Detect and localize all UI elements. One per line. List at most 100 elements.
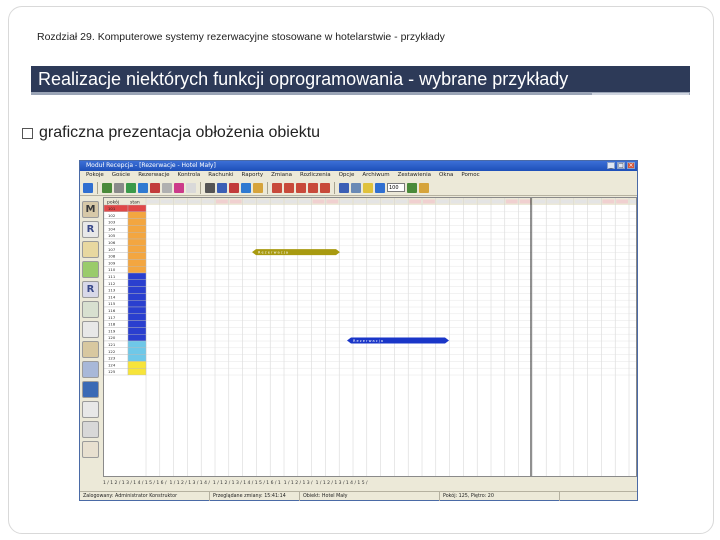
menu-item[interactable]: Rozliczenia [300,171,331,180]
date-tab[interactable]: 1 / 1 2 / 1 3 / 1 4 / 1 5 / 1 6 / 1 [213,479,281,488]
blank-icon[interactable] [186,182,196,193]
status-time: Przeglądane zmiany: 15:41:14 [210,492,300,501]
room-status-cell [127,299,147,308]
people-icon[interactable] [82,361,99,378]
menu-item[interactable]: Raporty [242,171,264,180]
r-arrow-icon[interactable]: R [82,281,99,298]
room-status-cell [127,245,147,253]
filter-icon[interactable] [241,182,251,193]
room-number: 125 [108,369,116,374]
date-tab[interactable]: 1 / 1 2 / 1 3 / 1 4 / 1 5 / [316,479,368,488]
menu-item[interactable]: Pomoc [461,171,479,180]
settings-icon[interactable] [419,182,429,193]
highlight-icon[interactable] [363,182,373,193]
day-header-cell [519,199,532,204]
room-number: 113 [108,288,116,293]
menu-item[interactable]: Zestawienia [398,171,431,180]
menu-item[interactable]: Okna [439,171,453,180]
find-icon[interactable] [217,182,227,193]
zoom-icon[interactable] [375,182,385,193]
occupancy-grid-svg[interactable]: pokój stan 101 102 103104 105 106 107 108109 110 1… [104,198,637,477]
menu-item[interactable]: Zmiana [271,171,292,180]
list-icon[interactable] [82,301,99,318]
day-header-cell [340,199,352,204]
pie-chart-icon[interactable] [82,441,99,458]
menu-item[interactable]: Archiwum [362,171,389,180]
room-number: 111 [108,274,116,279]
add-icon[interactable] [126,182,136,193]
room-status-cell [127,259,147,267]
exit-icon[interactable] [83,182,93,193]
room-status-cell [127,232,147,240]
day-header-cell [533,199,546,204]
room-status-cell [127,347,147,355]
day-header-cell [588,199,601,204]
room-status-cell [127,265,147,274]
print-icon[interactable] [205,182,215,193]
day-header-cell [285,199,297,204]
user-icon[interactable] [82,321,99,338]
room-number: 108 [108,254,116,259]
room-number: 101 [108,206,116,211]
minimize-icon[interactable]: _ [607,162,615,169]
day-header-cell [561,199,573,204]
maximize-icon[interactable]: □ [617,162,625,169]
room-number: 102 [108,213,116,218]
zoom-select[interactable]: 100 [387,183,405,192]
printer-icon[interactable] [82,421,99,438]
menu-item[interactable]: Kontrola [178,171,201,180]
menu-item[interactable]: Opcje [339,171,355,180]
m-module-icon[interactable]: M [82,201,99,218]
day-header-cell [492,199,504,204]
menu-item[interactable]: Pokoje [86,171,104,180]
m-icon[interactable] [253,182,263,193]
room-status-cell [127,313,147,321]
day-header-cell [271,199,283,204]
room-number: 120 [108,335,116,340]
occupancy-grid[interactable]: pokój stan 101 102 103 104 105 106 107 108 109 110 1… [103,197,637,477]
day-header-cell [160,199,173,204]
view1-icon[interactable] [272,182,282,193]
room-status-cell [127,333,147,342]
network-icon[interactable] [82,381,99,398]
guest-icon[interactable] [82,241,99,258]
date-tab[interactable]: 1 / 1 2 / 1 3 / 1 4 / [169,479,209,488]
toolbar-separator [97,181,98,194]
document-icon[interactable] [82,341,99,358]
edit-icon[interactable] [114,182,124,193]
date-tab[interactable]: 1 / 1 2 / 1 3 / [284,479,313,488]
day-header-cell [298,199,311,204]
room-number: 105 [108,233,116,238]
delete-icon[interactable] [150,182,160,193]
app-statusbar: Zalogowany: Administrator Konstruktor Pr… [80,491,637,501]
day-header-cell [450,199,463,204]
room-status-cell [127,361,147,369]
date-tab[interactable]: 1 / 1 2 / 1 3 / 1 4 / 1 5 / 1 6 / [103,479,166,488]
r-module-icon[interactable]: R [82,221,99,238]
room-number: 121 [108,342,116,347]
room-status-cell [127,293,147,301]
book-icon[interactable] [82,261,99,278]
move-icon[interactable] [138,182,148,193]
view5-icon[interactable] [320,182,330,193]
reservation-bar-1-label: R e z e r w a c j a [258,251,288,255]
menu-item[interactable]: Rezerwacje [138,171,169,180]
view4-icon[interactable] [308,182,318,193]
room-status-cell [127,320,147,328]
room-number: 109 [108,260,116,265]
close-icon[interactable]: × [627,162,635,169]
chart-icon[interactable] [407,182,417,193]
day-header-cell [574,199,587,204]
view2-icon[interactable] [284,182,294,193]
menu-item[interactable]: Goście [112,171,130,180]
view3-icon[interactable] [296,182,306,193]
calendar-icon[interactable] [351,182,361,193]
menu-item[interactable]: Rachunki [208,171,233,180]
cancel-icon[interactable] [229,182,239,193]
new-icon[interactable] [102,182,112,193]
lock-icon[interactable] [162,182,172,193]
grid-icon[interactable] [339,182,349,193]
phone-icon[interactable] [82,401,99,418]
reservation-icon[interactable] [174,182,184,193]
room-number: 122 [108,349,116,354]
